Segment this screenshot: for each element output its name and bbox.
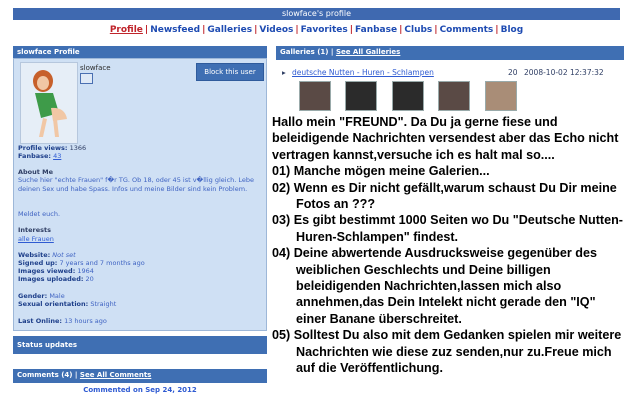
about-heading: About Me bbox=[18, 168, 54, 176]
comments-title: Comments (4) bbox=[17, 371, 73, 379]
about-meldet: Meldet euch. bbox=[18, 210, 61, 218]
message-intro: Hallo mein "FREUND". Da Du ja gerne fies… bbox=[272, 115, 619, 162]
orientation-row: Sexual orientation: Straight bbox=[18, 300, 117, 308]
camera-icon bbox=[80, 73, 93, 84]
comments-title-bar: Comments (4) | See All Comments bbox=[13, 369, 267, 383]
fanbase-link[interactable]: 43 bbox=[53, 152, 61, 160]
see-all-galleries-link[interactable]: See All Galleries bbox=[336, 48, 400, 56]
status-updates-title: Status updates bbox=[13, 336, 267, 354]
profile-nav: Profile | Newsfeed | Galleries | Videos | Favori… bbox=[109, 25, 524, 35]
message-item-3: 03) Es gibt bestimmt 1000 Seiten wo Du "… bbox=[272, 213, 623, 244]
gallery-count: 20 bbox=[508, 68, 518, 77]
nav-profile[interactable]: Profile bbox=[110, 25, 143, 35]
nav-favorites[interactable]: Favorites bbox=[301, 25, 348, 35]
gallery-thumbnail[interactable] bbox=[392, 81, 424, 111]
profile-username: slowface bbox=[80, 64, 111, 72]
interests-link[interactable]: alle Frauen bbox=[18, 235, 54, 243]
profile-fanbase: Fanbase: 43 bbox=[18, 152, 62, 160]
message-item-2: 02) Wenn es Dir nicht gefällt,warum scha… bbox=[272, 180, 617, 212]
nav-videos[interactable]: Videos bbox=[259, 25, 293, 35]
about-text: Suche hier "echte Frauen" f�r TG. Ob 18,… bbox=[18, 176, 255, 193]
gallery-row: ▸ deutsche Nutten - Huren - Schlampen 20… bbox=[282, 68, 620, 78]
gallery-date: 2008-10-02 12:37:32 bbox=[524, 68, 604, 77]
nav-clubs[interactable]: Clubs bbox=[404, 25, 432, 35]
nav-fanbase[interactable]: Fanbase bbox=[355, 25, 397, 35]
commented-on-date: Commented on Sep 24, 2012 bbox=[83, 386, 197, 394]
message-item-1: 01) Manche mögen meine Galerien... bbox=[272, 164, 490, 179]
website-row: Website: Not set bbox=[18, 251, 76, 259]
last-online-row: Last Online: 13 hours ago bbox=[18, 317, 107, 325]
message-item-4: 04) Deine abwertende Ausdrucksweise gege… bbox=[272, 246, 597, 326]
avatar-figure-icon bbox=[33, 70, 67, 137]
gallery-link[interactable]: deutsche Nutten - Huren - Schlampen bbox=[292, 68, 434, 77]
profile-header: slowface's profile bbox=[13, 8, 620, 20]
nav-newsfeed[interactable]: Newsfeed bbox=[150, 25, 200, 35]
galleries-title-bar: Galleries (1) | See All Galleries bbox=[276, 46, 624, 60]
images-viewed-row: Images viewed: 1964 bbox=[18, 267, 94, 275]
gallery-thumbnail[interactable] bbox=[299, 81, 331, 111]
nav-comments[interactable]: Comments bbox=[440, 25, 494, 35]
images-uploaded-row: Images uploaded: 20 bbox=[18, 275, 94, 283]
nav-galleries[interactable]: Galleries bbox=[207, 25, 252, 35]
gallery-thumbnail[interactable] bbox=[345, 81, 377, 111]
overlay-message: Hallo mein "FREUND". Da Du ja gerne fies… bbox=[272, 114, 626, 377]
gender-row: Gender: Male bbox=[18, 292, 65, 300]
avatar[interactable] bbox=[20, 62, 78, 144]
gallery-thumbnail[interactable] bbox=[438, 81, 470, 111]
galleries-title: Galleries (1) bbox=[280, 48, 329, 56]
nav-blog[interactable]: Blog bbox=[501, 25, 524, 35]
block-user-button[interactable]: Block this user bbox=[196, 63, 264, 81]
signed-up-row: Signed up: 7 years and 7 months ago bbox=[18, 259, 145, 267]
see-all-comments-link[interactable]: See All Comments bbox=[80, 371, 151, 379]
interests-heading: Interests bbox=[18, 226, 52, 234]
gallery-thumbnail[interactable] bbox=[485, 81, 517, 111]
message-item-5: 05) Solltest Du also mit dem Gedanken sp… bbox=[272, 328, 622, 376]
profile-views: Profile views: 1366 bbox=[18, 144, 87, 152]
bullet-arrow-icon: ▸ bbox=[282, 68, 286, 77]
